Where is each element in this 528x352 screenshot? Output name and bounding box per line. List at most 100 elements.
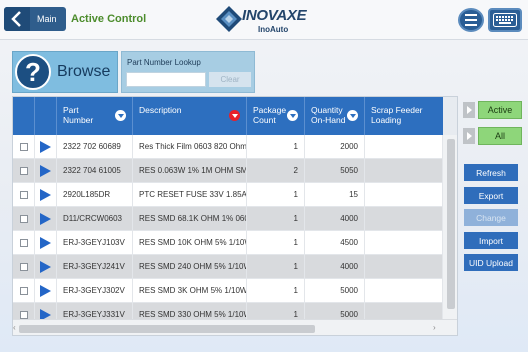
back-button[interactable]: Main [4,7,66,31]
play-icon[interactable] [40,188,51,201]
row-checkbox[interactable] [20,238,28,247]
active-filter-label: Active [478,101,522,119]
logo-diamond-icon [216,6,242,32]
cell-pkg: 1 [247,279,305,302]
scroll-right-icon[interactable]: › [433,323,436,332]
cell-qty: 5000 [305,279,365,302]
browse-button[interactable]: ? Browse [12,51,118,93]
cell-part: ERJ-3GEYJ302V [57,279,133,302]
cell-scrap [365,279,443,302]
change-button[interactable]: Change [464,209,518,226]
arrow-right-icon [463,102,475,118]
play-icon[interactable] [40,284,51,297]
cell-qty: 4500 [305,231,365,254]
header-quantity[interactable]: Quantity On-Hand [305,97,365,135]
part-lookup-panel: Part Number Lookup Clear [121,51,255,93]
cell-scrap [365,135,443,158]
horizontal-scrollbar[interactable]: ‹ › [13,319,457,335]
keyboard-icon [493,13,517,27]
row-checkbox[interactable] [20,166,28,175]
header-scrap-feeder[interactable]: Scrap Feeder Loading [365,97,443,135]
header-select-col [13,97,35,135]
logo-sub: InoAuto [258,25,289,34]
cell-desc: RES SMD 240 OHM 5% 1/10W [133,255,247,278]
cell-qty: 2000 [305,135,365,158]
part-lookup-label: Part Number Lookup [127,58,201,67]
cell-pkg: 2 [247,159,305,182]
table-row[interactable]: ERJ-3GEYJ241V RES SMD 240 OHM 5% 1/10W 1… [13,255,443,279]
back-label: Main [37,14,57,24]
table-row[interactable]: 2920L185DR PTC RESET FUSE 33V 1.85A 29 1… [13,183,443,207]
cell-pkg: 1 [247,255,305,278]
filter-icon[interactable] [115,110,126,121]
table-row[interactable]: ERJ-3GEYJ302V RES SMD 3K OHM 5% 1/10W 1 … [13,279,443,303]
part-lookup-input[interactable] [126,72,206,87]
cell-scrap [365,159,443,182]
question-icon: ? [15,54,51,90]
play-icon[interactable] [40,212,51,225]
cell-pkg: 1 [247,207,305,230]
table-row[interactable]: 2322 704 61005 RES 0.063W 1% 1M OHM SM 2… [13,159,443,183]
cell-pkg: 1 [247,135,305,158]
row-checkbox[interactable] [20,286,28,295]
cell-part: 2322 702 60689 [57,135,133,158]
all-filter-button[interactable]: All [463,127,522,145]
menu-button[interactable] [458,8,484,32]
header-expand-col [35,97,57,135]
cell-part: 2920L185DR [57,183,133,206]
play-icon[interactable] [40,260,51,273]
table-row[interactable]: ERJ-3GEYJ103V RES SMD 10K OHM 5% 1/10W 1… [13,231,443,255]
cell-qty: 5050 [305,159,365,182]
row-checkbox[interactable] [20,190,28,199]
cell-qty: 4000 [305,207,365,230]
cell-desc: RES SMD 3K OHM 5% 1/10W [133,279,247,302]
row-checkbox[interactable] [20,262,28,271]
import-button[interactable]: Import [464,232,518,249]
cell-desc: RES SMD 10K OHM 5% 1/10W [133,231,247,254]
active-filter-button[interactable]: Active [463,101,522,119]
vertical-scrollbar[interactable] [443,135,457,319]
chevron-left-icon [4,7,30,31]
browse-label: Browse [57,63,111,80]
filter-active-icon[interactable] [229,110,240,121]
cell-scrap [365,231,443,254]
table-row[interactable]: 2322 702 60689 Res Thick Film 0603 820 O… [13,135,443,159]
uid-upload-button[interactable]: UID Upload [464,254,518,271]
row-checkbox[interactable] [20,214,28,223]
cell-part: 2322 704 61005 [57,159,133,182]
header-bar: Main Active Control INOVAXE InoAuto [0,0,528,40]
cell-desc: PTC RESET FUSE 33V 1.85A 29 [133,183,247,206]
export-button[interactable]: Export [464,187,518,204]
row-checkbox[interactable] [20,310,28,319]
table-row[interactable]: D11/CRCW0603 RES SMD 68.1K OHM 1% 0603 1… [13,207,443,231]
play-icon[interactable] [40,236,51,249]
arrow-right-icon [463,128,475,144]
cell-part: ERJ-3GEYJ103V [57,231,133,254]
header-package-count[interactable]: Package Count [247,97,305,135]
header-part-number[interactable]: Part Number [57,97,133,135]
cell-desc: RES SMD 68.1K OHM 1% 0603 [133,207,247,230]
page-title: Active Control [71,13,147,25]
play-icon[interactable] [40,140,51,153]
scroll-left-icon[interactable]: ‹ [13,323,16,332]
filter-icon[interactable] [287,110,298,121]
grid-rows: 2322 702 60689 Res Thick Film 0603 820 O… [13,135,443,327]
all-filter-label: All [478,127,522,145]
cell-scrap [365,207,443,230]
cell-desc: Res Thick Film 0603 820 Ohm [133,135,247,158]
cell-pkg: 1 [247,183,305,206]
logo: INOVAXE InoAuto [214,4,314,38]
cell-pkg: 1 [247,231,305,254]
refresh-button[interactable]: Refresh [464,164,518,181]
filter-icon[interactable] [347,110,358,121]
cell-desc: RES 0.063W 1% 1M OHM SM [133,159,247,182]
header-description[interactable]: Description [133,97,247,135]
clear-button[interactable]: Clear [209,72,251,87]
cell-scrap [365,183,443,206]
cell-qty: 4000 [305,255,365,278]
row-checkbox[interactable] [20,142,28,151]
logo-brand: INOVAXE [242,7,307,24]
play-icon[interactable] [40,164,51,177]
grid-header: Part Number Description Package Count Qu… [13,97,443,135]
keyboard-button[interactable] [488,8,522,32]
